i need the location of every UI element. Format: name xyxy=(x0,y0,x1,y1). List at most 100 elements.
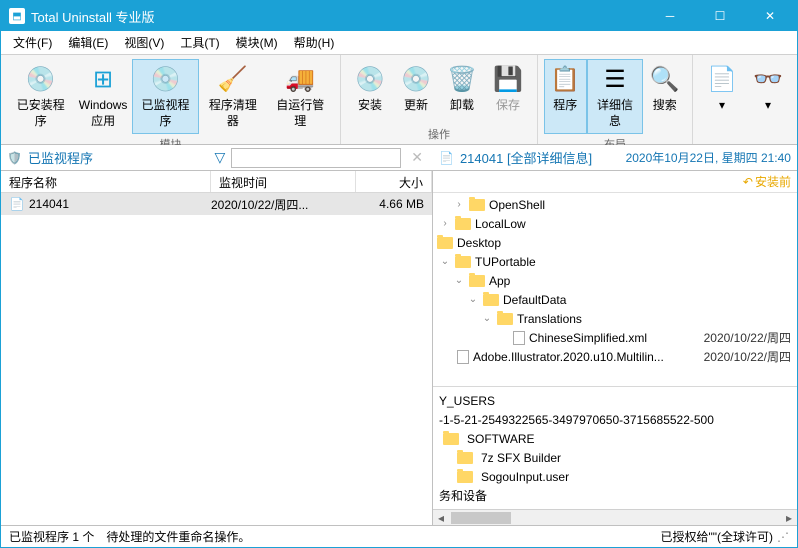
menu-file[interactable]: 文件(F) xyxy=(5,32,60,53)
tree-item[interactable]: Desktop xyxy=(457,236,501,250)
folder-icon xyxy=(457,471,473,483)
collapse-icon[interactable]: ⌄ xyxy=(453,275,465,286)
tree-item[interactable]: DefaultData xyxy=(503,293,566,307)
app-icon: ⬒ xyxy=(9,8,25,24)
col-name[interactable]: 程序名称 xyxy=(1,171,211,192)
btn-program-cleaner[interactable]: 🧹程序清理器 xyxy=(199,59,266,134)
btn-search[interactable]: 🔍搜索 xyxy=(643,59,686,134)
search-input[interactable] xyxy=(231,148,401,168)
reg-item[interactable]: -1-5-21-2549322565-3497970650-3715685522… xyxy=(439,410,791,429)
program-row[interactable]: 📄214041 2020/10/22/周四... 4.66 MB xyxy=(1,193,432,215)
clear-search-icon[interactable]: ✕ xyxy=(407,149,427,166)
right-pane: ↶ 安装前 › OpenShell › LocalLow Desktop ⌄ TUPo… xyxy=(433,171,797,525)
tree-item[interactable]: App xyxy=(489,274,510,288)
minimize-button[interactable]: ─ xyxy=(655,6,685,26)
horizontal-scrollbar[interactable]: ◂ ▸ xyxy=(433,509,797,525)
collapse-icon[interactable]: ⌄ xyxy=(439,256,451,267)
left-panel-header: 🛡️ 已监视程序 ▽ ✕ xyxy=(1,148,433,168)
save-icon: 💾 xyxy=(492,64,524,96)
windows-icon: ⊞ xyxy=(87,64,119,96)
scroll-left-icon[interactable]: ◂ xyxy=(433,511,449,525)
reg-item[interactable]: SOFTWARE xyxy=(439,429,791,448)
reg-item[interactable]: 7z SFX Builder xyxy=(439,448,791,467)
column-headers: 程序名称 监视时间 大小 xyxy=(1,171,432,193)
collapse-icon[interactable]: ⌄ xyxy=(467,294,479,305)
status-bar: 已监视程序 1 个 待处理的文件重命名操作。 已授权给""(全球许可) ⋰ xyxy=(1,525,797,547)
btn-autorun[interactable]: 🚚自运行管理 xyxy=(267,59,334,134)
main-area: 程序名称 监视时间 大小 📄214041 2020/10/22/周四... 4.… xyxy=(1,171,797,525)
row-time: 2020/10/22/周四... xyxy=(211,196,356,213)
reg-item[interactable]: 务和设备 xyxy=(439,486,791,505)
shield-icon: 🛡️ xyxy=(7,151,22,165)
menu-help[interactable]: 帮助(H) xyxy=(286,32,343,53)
tree-item[interactable]: Adobe.Illustrator.2020.u10.Multilin... xyxy=(473,350,664,364)
cleaner-icon: 🧹 xyxy=(217,64,249,96)
cd-icon: 💿 xyxy=(25,64,57,96)
ribbon-group-layout: 📋程序 ☰详细信息 🔍搜索 布局 xyxy=(538,55,693,144)
before-install-button[interactable]: ↶ 安装前 xyxy=(743,173,791,190)
status-msg: 待处理的文件重命名操作。 xyxy=(106,528,250,545)
col-time[interactable]: 监视时间 xyxy=(211,171,356,192)
menu-tools[interactable]: 工具(T) xyxy=(172,32,227,53)
program-view-icon: 📋 xyxy=(549,64,581,96)
window-controls: ─ ☐ ✕ xyxy=(655,6,785,26)
btn-windows-apps[interactable]: ⊞Windows 应用 xyxy=(74,59,131,134)
right-pane-toolbar: ↶ 安装前 xyxy=(433,171,797,193)
btn-extra1[interactable]: 📄▾ xyxy=(699,59,745,128)
file-icon xyxy=(513,331,525,345)
menu-view[interactable]: 视图(V) xyxy=(116,32,172,53)
menu-edit[interactable]: 编辑(E) xyxy=(60,32,116,53)
expand-icon[interactable]: › xyxy=(439,218,451,229)
menu-bar: 文件(F) 编辑(E) 视图(V) 工具(T) 模块(M) 帮助(H) xyxy=(1,31,797,55)
file-tree[interactable]: › OpenShell › LocalLow Desktop ⌄ TUPortable… xyxy=(433,193,797,386)
btn-extra2[interactable]: 👓▾ xyxy=(745,59,791,128)
btn-installed-programs[interactable]: 💿已安装程序 xyxy=(7,59,74,134)
folder-icon xyxy=(457,452,473,464)
reg-item[interactable]: Y_USERS xyxy=(439,391,791,410)
btn-save: 💾保存 xyxy=(485,59,531,124)
btn-uninstall[interactable]: 🗑️卸载 xyxy=(439,59,485,124)
folder-icon xyxy=(483,294,499,306)
status-license: 已授权给""(全球许可) xyxy=(660,528,773,545)
tree-item[interactable]: ChineseSimplified.xml xyxy=(529,331,647,345)
btn-program-view[interactable]: 📋程序 xyxy=(544,59,587,134)
scroll-right-icon[interactable]: ▸ xyxy=(781,511,797,525)
btn-update[interactable]: 💿更新 xyxy=(393,59,439,124)
details-icon: ☰ xyxy=(599,64,631,96)
folder-icon xyxy=(455,218,471,230)
btn-monitored-programs[interactable]: 💿已监视程序 xyxy=(132,59,199,134)
filter-icon[interactable]: ▽ xyxy=(214,149,225,166)
registry-list[interactable]: Y_USERS -1-5-21-2549322565-3497970650-37… xyxy=(433,386,797,509)
tree-date: 2020/10/22/周四 xyxy=(704,329,797,346)
folder-icon xyxy=(469,199,485,211)
close-button[interactable]: ✕ xyxy=(755,6,785,26)
maximize-button[interactable]: ☐ xyxy=(705,6,735,26)
tree-item[interactable]: LocalLow xyxy=(475,217,526,231)
row-name: 214041 xyxy=(29,197,69,211)
resize-grip-icon[interactable]: ⋰ xyxy=(777,530,789,544)
tree-item[interactable]: TUPortable xyxy=(475,255,536,269)
expand-icon[interactable]: › xyxy=(453,199,465,210)
menu-modules[interactable]: 模块(M) xyxy=(228,32,286,53)
tree-date: 2020/10/22/周四 xyxy=(704,348,797,365)
left-panel-title: 已监视程序 xyxy=(28,148,209,167)
file-icon xyxy=(457,350,469,364)
note-icon: 📄 xyxy=(706,64,738,96)
collapse-icon[interactable]: ⌄ xyxy=(481,313,493,324)
col-size[interactable]: 大小 xyxy=(356,171,432,192)
update-icon: 💿 xyxy=(400,64,432,96)
monitor-icon: 💿 xyxy=(149,64,181,96)
right-panel-date: 2020年10月22日, 星期四 21:40 xyxy=(626,149,791,166)
folder-icon xyxy=(497,313,513,325)
btn-install[interactable]: 💿安装 xyxy=(347,59,393,124)
reg-item[interactable]: SogouInput.user xyxy=(439,467,791,486)
left-pane: 程序名称 监视时间 大小 📄214041 2020/10/22/周四... 4.… xyxy=(1,171,433,525)
tree-item[interactable]: OpenShell xyxy=(489,198,545,212)
folder-icon xyxy=(469,275,485,287)
btn-details-view[interactable]: ☰详细信息 xyxy=(587,59,644,134)
ribbon-group-ops: 💿安装 💿更新 🗑️卸载 💾保存 操作 xyxy=(341,55,538,144)
folder-icon xyxy=(455,256,471,268)
ribbon-label-ops: 操作 xyxy=(428,124,450,142)
scroll-thumb[interactable] xyxy=(451,512,511,524)
tree-item[interactable]: Translations xyxy=(517,312,582,326)
